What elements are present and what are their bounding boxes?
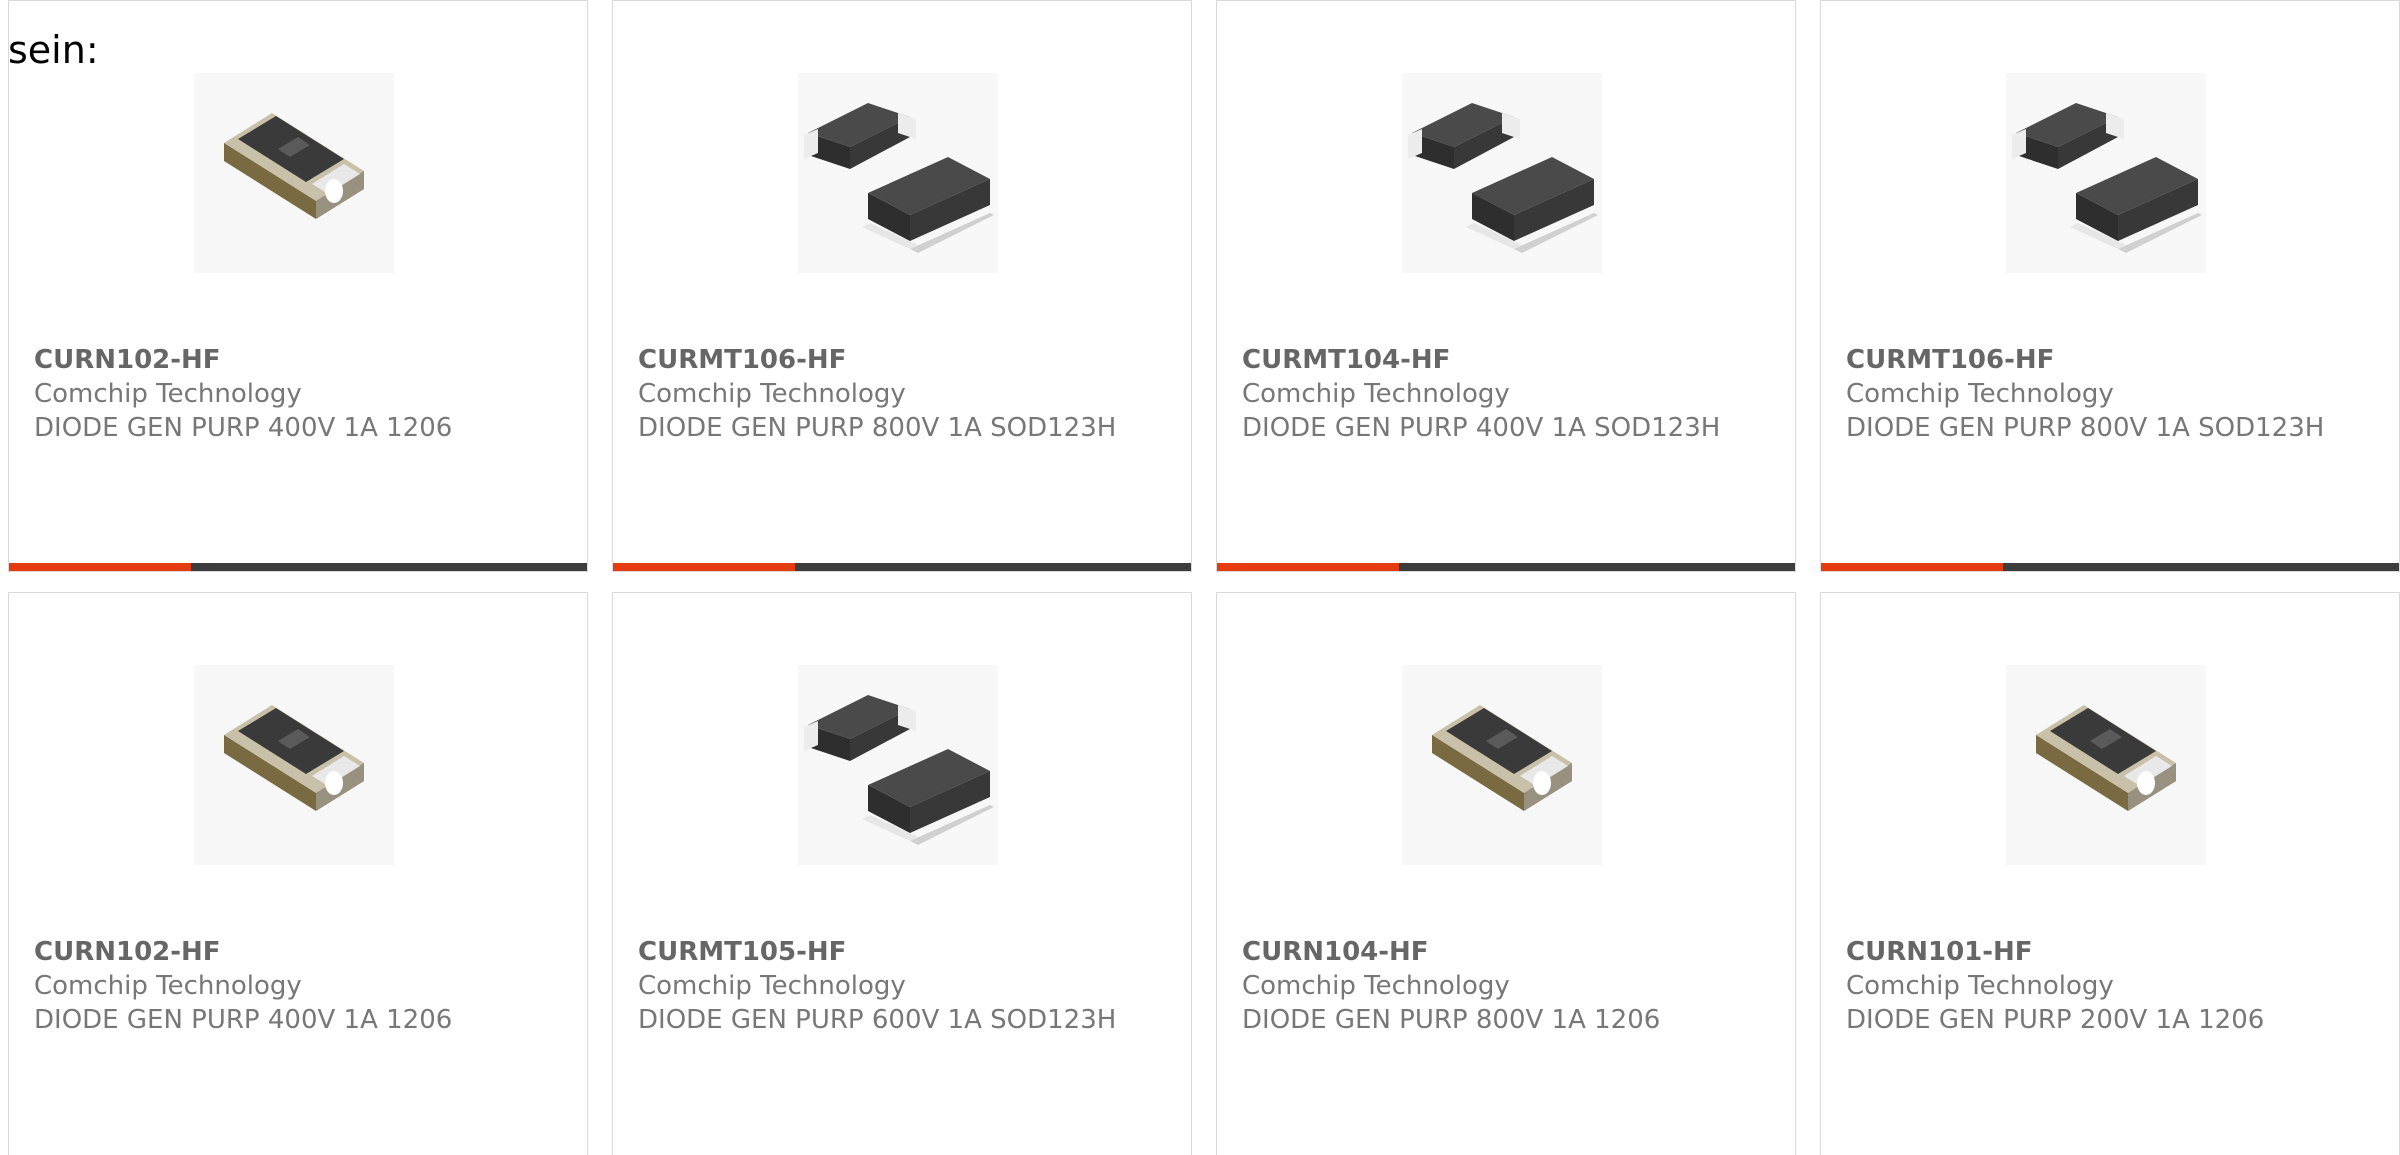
product-card[interactable]: CURMT106-HF Comchip Technology DIODE GEN… [612,0,1192,572]
product-card[interactable]: CURMT105-HF Comchip Technology DIODE GEN… [612,592,1192,1155]
diode-sod123h-package-icon[interactable] [798,73,998,273]
card-footer-bar [1821,563,2399,571]
manufacturer-label: Comchip Technology [34,971,302,1001]
description-label: DIODE GEN PURP 200V 1A 1206 [1846,1005,2265,1035]
card-footer-bar [9,563,587,571]
diode-sod123h-package-icon[interactable] [2006,73,2206,273]
description-label: DIODE GEN PURP 400V 1A SOD123H [1242,413,1721,443]
part-number-link[interactable]: CURN101-HF [1846,935,2379,969]
description-label: DIODE GEN PURP 800V 1A SOD123H [638,413,1117,443]
diode-1206-package-icon[interactable] [1402,665,1602,865]
product-info: CURMT106-HF Comchip Technology DIODE GEN… [1846,343,2379,445]
product-info: CURMT106-HF Comchip Technology DIODE GEN… [638,343,1171,445]
description-label: DIODE GEN PURP 400V 1A 1206 [34,413,453,443]
description-label: DIODE GEN PURP 800V 1A SOD123H [1846,413,2325,443]
diode-1206-package-icon[interactable] [194,73,394,273]
part-number-link[interactable]: CURMT104-HF [1242,343,1775,377]
description-label: DIODE GEN PURP 800V 1A 1206 [1242,1005,1661,1035]
product-card[interactable]: CURMT106-HF Comchip Technology DIODE GEN… [1820,0,2400,572]
product-card[interactable]: CURN101-HF Comchip Technology DIODE GEN … [1820,592,2400,1155]
product-page: CURN102-HF Comchip Technology DIODE GEN … [0,0,2400,1155]
part-number-link[interactable]: CURMT105-HF [638,935,1171,969]
part-number-link[interactable]: CURN102-HF [34,343,567,377]
product-card[interactable]: CURN104-HF Comchip Technology DIODE GEN … [1216,592,1796,1155]
card-accent-bar [9,563,191,571]
part-number-link[interactable]: CURMT106-HF [638,343,1171,377]
product-info: CURN101-HF Comchip Technology DIODE GEN … [1846,935,2379,1037]
product-grid: CURN102-HF Comchip Technology DIODE GEN … [8,0,2400,1155]
diode-sod123h-package-icon[interactable] [1402,73,1602,273]
card-accent-bar [1217,563,1399,571]
card-accent-bar [613,563,795,571]
description-label: DIODE GEN PURP 600V 1A SOD123H [638,1005,1117,1035]
product-info: CURMT104-HF Comchip Technology DIODE GEN… [1242,343,1775,445]
product-info: CURN102-HF Comchip Technology DIODE GEN … [34,343,567,445]
manufacturer-label: Comchip Technology [1846,971,2114,1001]
product-card[interactable]: CURMT104-HF Comchip Technology DIODE GEN… [1216,0,1796,572]
diode-1206-package-icon[interactable] [194,665,394,865]
manufacturer-label: Comchip Technology [34,379,302,409]
intro-text: sein: [8,28,99,72]
manufacturer-label: Comchip Technology [638,971,906,1001]
diode-sod123h-package-icon[interactable] [798,665,998,865]
manufacturer-label: Comchip Technology [638,379,906,409]
diode-1206-package-icon[interactable] [2006,665,2206,865]
manufacturer-label: Comchip Technology [1242,971,1510,1001]
manufacturer-label: Comchip Technology [1242,379,1510,409]
product-info: CURMT105-HF Comchip Technology DIODE GEN… [638,935,1171,1037]
manufacturer-label: Comchip Technology [1846,379,2114,409]
product-info: CURN102-HF Comchip Technology DIODE GEN … [34,935,567,1037]
product-info: CURN104-HF Comchip Technology DIODE GEN … [1242,935,1775,1037]
card-footer-bar [1217,563,1795,571]
part-number-link[interactable]: CURN104-HF [1242,935,1775,969]
part-number-link[interactable]: CURN102-HF [34,935,567,969]
part-number-link[interactable]: CURMT106-HF [1846,343,2379,377]
card-footer-bar [613,563,1191,571]
description-label: DIODE GEN PURP 400V 1A 1206 [34,1005,453,1035]
product-card[interactable]: CURN102-HF Comchip Technology DIODE GEN … [8,592,588,1155]
card-accent-bar [1821,563,2003,571]
product-card[interactable]: CURN102-HF Comchip Technology DIODE GEN … [8,0,588,572]
